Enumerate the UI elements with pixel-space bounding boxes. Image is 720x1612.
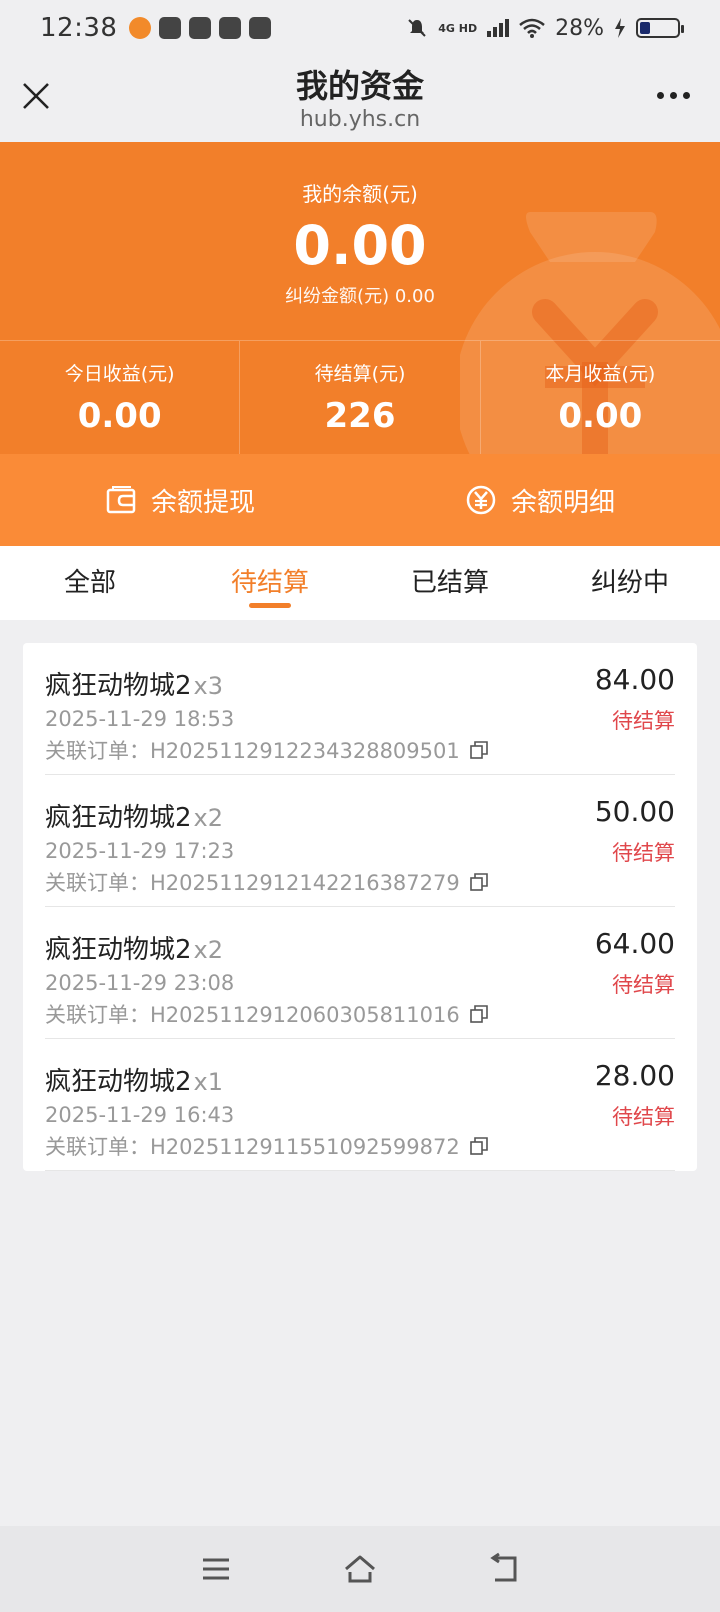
tab-pending[interactable]: 待结算: [180, 546, 360, 620]
product-title: 疯狂动物城2: [45, 803, 192, 833]
sync-notification-icon: [189, 17, 212, 39]
record-list: 疯狂动物城2x3 2025-11-29 18:53 关联订单：H20251129…: [23, 643, 697, 1171]
more-menu-icon[interactable]: [657, 92, 690, 99]
withdraw-button[interactable]: 余额提现: [0, 454, 360, 546]
mute-icon: [408, 19, 426, 37]
order-number: 关联订单：H2025112911551092599872: [45, 1131, 488, 1161]
record-time: 2025-11-29 23:08: [45, 971, 235, 995]
product-title: 疯狂动物城2: [45, 1067, 192, 1097]
order-number: 关联订单：H2025112912142216387279: [45, 867, 488, 897]
status-right: 4G HD 28%: [406, 15, 684, 41]
product-qty: x3: [193, 672, 224, 700]
status-bar: 12:38 4G HD 28%: [0, 0, 720, 56]
product-name: 疯狂动物城2x3: [45, 665, 223, 702]
product-qty: x1: [193, 1068, 224, 1096]
stat-value: 0.00: [77, 396, 162, 436]
yuan-coin-icon: [466, 485, 496, 515]
record-time: 2025-11-29 17:23: [45, 839, 235, 863]
product-name: 疯狂动物城2x2: [45, 929, 223, 966]
order-text: 关联订单：H2025112912234328809501: [45, 739, 460, 763]
copy-icon[interactable]: [469, 1005, 488, 1023]
network-type: 4G HD: [438, 21, 478, 35]
earnings-stats: 今日收益(元) 0.00 待结算(元) 226 本月收益(元) 0.00: [0, 341, 720, 454]
balance-actions: 余额提现 余额明细: [0, 454, 720, 546]
stat-month: 本月收益(元) 0.00: [479, 341, 720, 454]
record-time: 2025-11-29 16:43: [45, 1103, 235, 1127]
tab-all[interactable]: 全部: [0, 546, 180, 620]
record-time: 2025-11-29 18:53: [45, 707, 235, 731]
record-amount: 64.00: [594, 927, 675, 960]
record-amount: 84.00: [594, 663, 675, 696]
balance-panel: 我的余额(元) 0.00 纠纷金额(元) 0.00 今日收益(元) 0.00 待…: [0, 142, 720, 454]
battery-icon: [636, 18, 684, 38]
list-item[interactable]: 疯狂动物城2x1 2025-11-29 16:43 关联订单：H20251129…: [45, 1039, 675, 1171]
order-text: 关联订单：H2025112912142216387279: [45, 871, 460, 895]
details-label: 余额明细: [510, 487, 615, 518]
home-icon[interactable]: [343, 1552, 377, 1586]
list-item[interactable]: 疯狂动物城2x3 2025-11-29 18:53 关联订单：H20251129…: [45, 643, 675, 775]
stat-label: 待结算(元): [314, 363, 406, 385]
stat-value: 226: [324, 396, 396, 436]
close-icon[interactable]: [22, 82, 50, 110]
list-item[interactable]: 疯狂动物城2x2 2025-11-29 17:23 关联订单：H20251129…: [45, 775, 675, 907]
chat-notification-icon: [249, 17, 272, 39]
notification-icons: [129, 17, 272, 39]
system-nav-bar: [0, 1526, 720, 1612]
charging-icon: [615, 18, 625, 38]
record-amount: 50.00: [594, 795, 675, 828]
product-qty: x2: [193, 936, 224, 964]
page-title: 我的资金: [295, 67, 424, 105]
balance-label: 我的余额(元): [302, 182, 418, 206]
stat-value: 0.00: [558, 396, 643, 436]
status-badge: 待结算: [612, 1105, 675, 1129]
stat-label: 本月收益(元): [545, 363, 656, 385]
pay-notification-icon: [159, 17, 182, 39]
record-amount: 28.00: [594, 1059, 675, 1092]
balance-amount: 0.00: [293, 214, 427, 277]
tab-disputed[interactable]: 纠纷中: [540, 546, 720, 620]
order-text: 关联订单：H2025112912060305811016: [45, 1003, 460, 1027]
status-badge: 待结算: [612, 973, 675, 997]
list-item[interactable]: 疯狂动物城2x2 2025-11-29 23:08 关联订单：H20251129…: [45, 907, 675, 1039]
status-time: 12:38: [40, 13, 118, 43]
status-badge: 待结算: [612, 709, 675, 733]
order-number: 关联订单：H2025112912234328809501: [45, 735, 488, 765]
wifi-icon: [519, 18, 545, 38]
stat-today: 今日收益(元) 0.00: [0, 341, 239, 454]
product-title: 疯狂动物城2: [45, 935, 192, 965]
order-number: 关联订单：H2025112912060305811016: [45, 999, 488, 1029]
product-name: 疯狂动物城2x1: [45, 1061, 223, 1098]
balance-details-button[interactable]: 余额明细: [360, 454, 720, 546]
app-notification-icon: [129, 17, 152, 39]
dispute-amount: 纠纷金额(元) 0.00: [285, 286, 435, 307]
menu-icon[interactable]: [199, 1552, 233, 1586]
withdraw-label: 余额提现: [150, 487, 255, 518]
battery-percent: 28%: [555, 15, 604, 41]
stat-pending: 待结算(元) 226: [239, 341, 479, 454]
message-notification-icon: [219, 17, 242, 39]
copy-icon[interactable]: [469, 741, 488, 759]
page-header: 我的资金 hub.yhs.cn: [0, 56, 720, 142]
wallet-icon: [106, 486, 136, 514]
product-title: 疯狂动物城2: [45, 671, 192, 701]
copy-icon[interactable]: [469, 873, 488, 891]
signal-icon: [487, 19, 510, 37]
back-icon[interactable]: [487, 1552, 521, 1586]
tab-settled[interactable]: 已结算: [360, 546, 540, 620]
copy-icon[interactable]: [469, 1137, 488, 1155]
product-name: 疯狂动物城2x2: [45, 797, 223, 834]
page-url: hub.yhs.cn: [299, 107, 421, 132]
product-qty: x2: [193, 804, 224, 832]
order-text: 关联订单：H2025112911551092599872: [45, 1135, 460, 1159]
filter-tabs: 全部 待结算 已结算 纠纷中: [0, 546, 720, 620]
stat-label: 今日收益(元): [64, 363, 175, 385]
status-badge: 待结算: [612, 841, 675, 865]
